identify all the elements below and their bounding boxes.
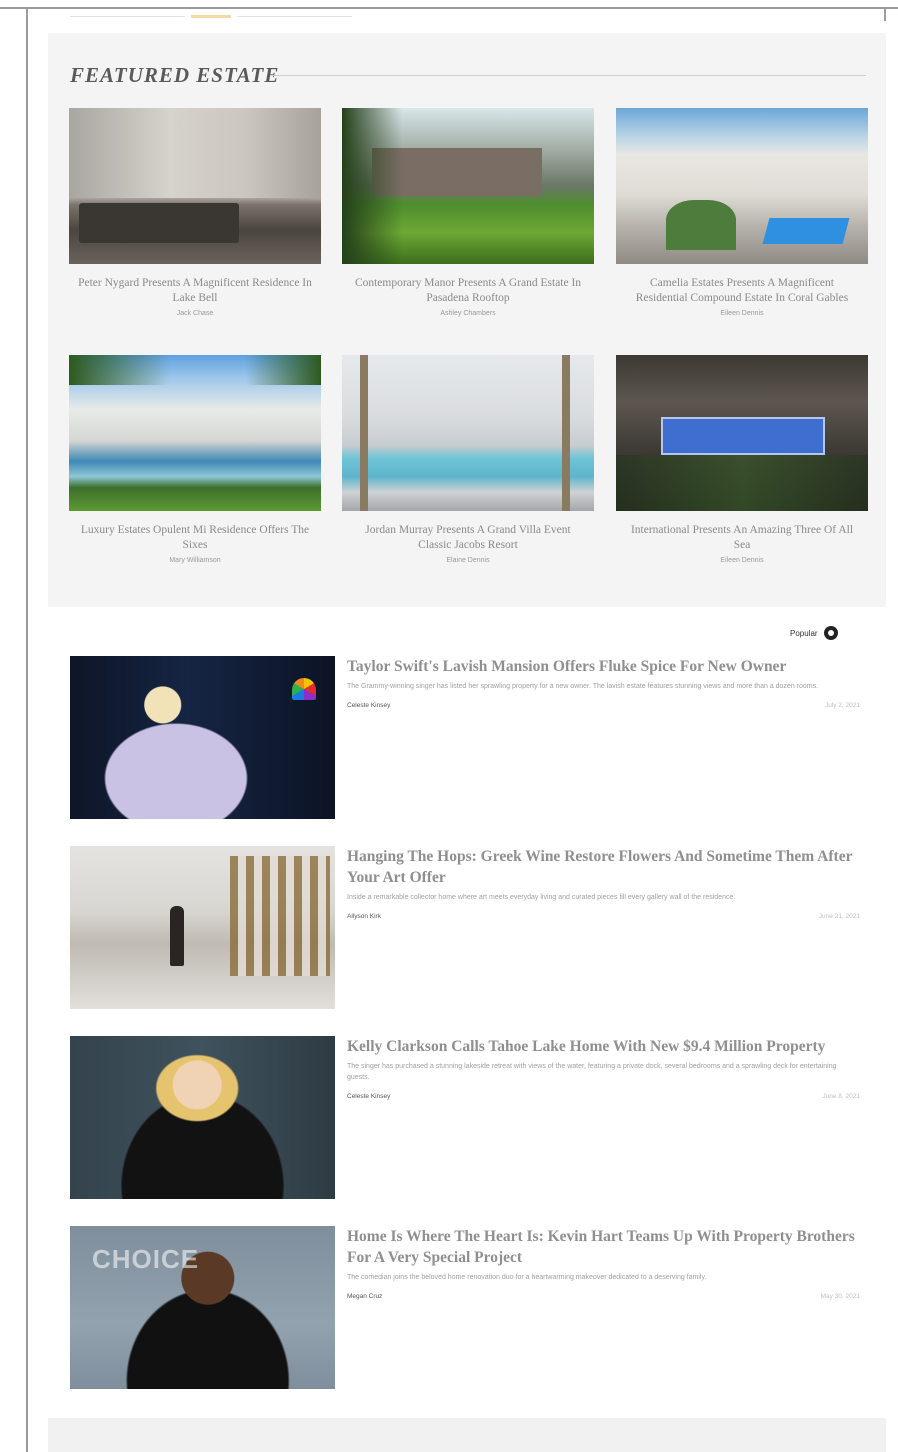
article-item: Taylor Swift's Lavish Mansion Offers Flu… (70, 656, 860, 819)
article-image[interactable] (70, 1226, 335, 1389)
estate-image-living-room[interactable] (69, 108, 321, 264)
estate-title[interactable]: Contemporary Manor Presents A Grand Esta… (342, 276, 594, 306)
estate-card[interactable]: International Presents An Amazing Three … (616, 355, 868, 564)
footer-band (48, 1418, 886, 1452)
article-headline[interactable]: Hanging The Hops: Greek Wine Restore Flo… (347, 846, 860, 888)
estate-author[interactable]: Ashley Chambers (342, 310, 594, 317)
article-headline[interactable]: Taylor Swift's Lavish Mansion Offers Flu… (347, 656, 860, 677)
estate-card[interactable]: Jordan Murray Presents A Grand Villa Eve… (342, 355, 594, 564)
estate-author[interactable]: Elaine Dennis (342, 557, 594, 564)
article-excerpt: The Grammy-winning singer has listed her… (347, 683, 819, 690)
article-excerpt: The comedian joins the beloved home reno… (347, 1274, 707, 1281)
estate-image-villa-pool[interactable] (342, 355, 594, 511)
estate-author[interactable]: Eileen Dennis (616, 310, 868, 317)
sort-dropdown[interactable]: Popular (790, 626, 838, 640)
estate-author[interactable]: Jack Chase (69, 310, 321, 317)
article-image[interactable] (70, 1036, 335, 1199)
article-author[interactable]: Allyson Kirk (347, 913, 381, 920)
article-author[interactable]: Megan Cruz (347, 1293, 382, 1300)
article-image[interactable] (70, 846, 335, 1009)
estate-card[interactable]: Contemporary Manor Presents A Grand Esta… (342, 108, 594, 317)
article-item: Kelly Clarkson Calls Tahoe Lake Home Wit… (70, 1036, 860, 1199)
estate-author[interactable]: Eileen Dennis (616, 557, 868, 564)
article-date: June 8, 2021 (822, 1093, 860, 1100)
sort-label[interactable]: Popular (790, 629, 818, 638)
estate-title[interactable]: Jordan Murray Presents A Grand Villa Eve… (342, 523, 594, 553)
article-headline[interactable]: Home Is Where The Heart Is: Kevin Hart T… (347, 1226, 860, 1268)
estate-card[interactable]: Luxury Estates Opulent Mi Residence Offe… (69, 355, 321, 564)
article-excerpt: Inside a remarkable collector home where… (347, 894, 736, 901)
top-divider (70, 11, 352, 21)
estate-author[interactable]: Mary Williamson (69, 557, 321, 564)
estate-title[interactable]: Camelia Estates Presents A Magnificent R… (616, 276, 868, 306)
estate-title[interactable]: International Presents An Amazing Three … (616, 523, 868, 553)
estate-card[interactable]: Peter Nygard Presents A Magnificent Resi… (69, 108, 321, 317)
section-title: FEATURED ESTATE (70, 63, 280, 87)
article-date: June 21, 2021 (818, 913, 860, 920)
estate-title[interactable]: Luxury Estates Opulent Mi Residence Offe… (69, 523, 321, 553)
article-item: Hanging The Hops: Greek Wine Restore Flo… (70, 846, 860, 1009)
article-headline[interactable]: Kelly Clarkson Calls Tahoe Lake Home Wit… (347, 1036, 860, 1057)
estate-image-modern-house[interactable] (616, 108, 868, 264)
estate-title[interactable]: Peter Nygard Presents A Magnificent Resi… (69, 276, 321, 306)
frame-corner-tick (884, 7, 886, 21)
article-author[interactable]: Celeste Kinsey (347, 702, 390, 709)
article-date: May 30, 2021 (820, 1293, 860, 1300)
title-rule (270, 75, 866, 76)
article-excerpt: The singer has purchased a stunning lake… (347, 1063, 837, 1081)
article-author[interactable]: Celeste Kinsey (347, 1093, 390, 1100)
estate-image-garden-manor[interactable] (342, 108, 594, 264)
article-date: July 2, 2021 (824, 702, 860, 709)
estate-image-building[interactable] (616, 355, 868, 511)
frame-left-line (26, 7, 28, 1452)
article-item: Home Is Where The Heart Is: Kevin Hart T… (70, 1226, 860, 1389)
estate-card[interactable]: Camelia Estates Presents A Magnificent R… (616, 108, 868, 317)
article-image[interactable] (70, 656, 335, 819)
frame-top-line (0, 7, 898, 9)
circle-dot-icon[interactable] (823, 626, 838, 640)
featured-estate-section: FEATURED ESTATE Peter Nygard Presents A … (48, 33, 886, 607)
estate-image-resort-pool[interactable] (69, 355, 321, 511)
